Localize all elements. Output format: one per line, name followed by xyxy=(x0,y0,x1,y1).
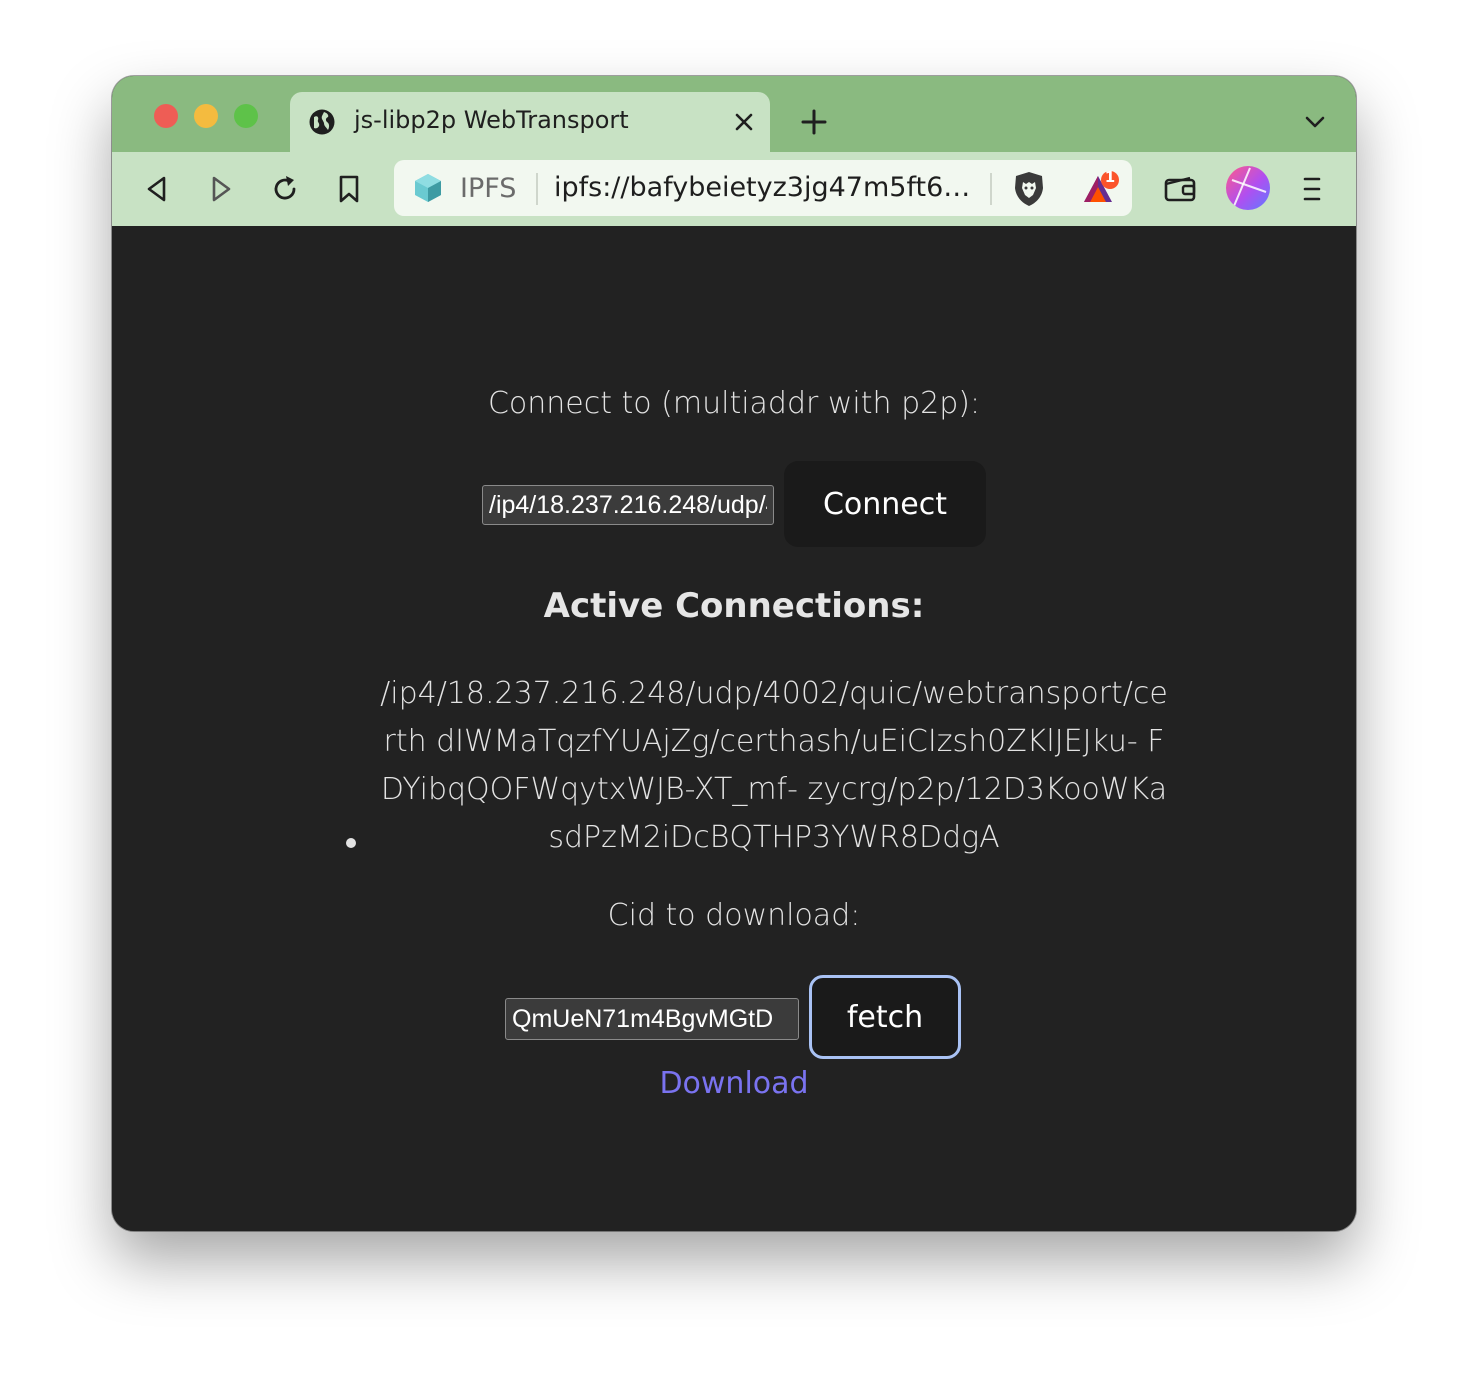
multiaddr-input[interactable] xyxy=(482,485,774,525)
back-arrow-icon[interactable] xyxy=(142,174,172,204)
minimize-window-button[interactable] xyxy=(194,104,218,128)
profile-pattern-icon xyxy=(1231,167,1267,207)
chevron-down-icon[interactable] xyxy=(1304,114,1326,130)
new-tab-plus-icon[interactable] xyxy=(800,108,828,136)
connect-label: Connect to (multiaddr with p2p): xyxy=(487,386,981,421)
address-separator xyxy=(536,173,538,205)
page-content: Connect to (multiaddr with p2p): Connect… xyxy=(112,226,1356,1231)
rewards-badge-count: 1 xyxy=(1104,168,1116,186)
close-tab-icon[interactable] xyxy=(734,112,754,132)
list-item: /ip4/18.237.216.248/udp/4002/quic/webtra… xyxy=(380,676,1168,855)
toolbar: IPFS ipfs://bafybeietyz3jg47m5ft6k... 1 xyxy=(112,152,1356,226)
bookmark-icon[interactable] xyxy=(334,174,364,204)
wallet-icon[interactable] xyxy=(1164,174,1196,204)
connect-button[interactable]: Connect xyxy=(784,461,986,547)
cid-label: Cid to download: xyxy=(607,898,861,933)
tab-strip: js-libp2p WebTransport xyxy=(112,76,1356,152)
cid-input[interactable] xyxy=(505,998,799,1040)
ipfs-scheme-label: IPFS xyxy=(460,173,517,204)
fetch-button[interactable]: fetch xyxy=(809,975,961,1059)
globe-icon xyxy=(309,109,335,135)
forward-arrow-icon[interactable] xyxy=(206,174,236,204)
tab-title: js-libp2p WebTransport xyxy=(354,106,629,134)
url-text[interactable]: ipfs://bafybeietyz3jg47m5ft6k... xyxy=(554,172,974,203)
connections-list: /ip4/18.237.216.248/udp/4002/quic/webtra… xyxy=(374,670,1174,862)
close-window-button[interactable] xyxy=(154,104,178,128)
tab-active[interactable]: js-libp2p WebTransport xyxy=(290,92,770,152)
address-separator xyxy=(990,173,992,205)
list-bullet xyxy=(346,838,356,848)
browser-window: js-libp2p WebTransport IPFS ipfs://bafyb… xyxy=(112,76,1356,1231)
zoom-window-button[interactable] xyxy=(234,104,258,128)
brave-shield-icon[interactable] xyxy=(1012,170,1046,208)
download-link[interactable]: Download xyxy=(659,1066,808,1101)
hamburger-menu-icon[interactable] xyxy=(1302,176,1322,202)
active-connections-heading: Active Connections: xyxy=(543,586,925,626)
profile-avatar[interactable] xyxy=(1226,166,1270,210)
ipfs-cube-icon xyxy=(415,174,441,202)
download-link-row: Download xyxy=(112,1066,1356,1101)
reload-icon[interactable] xyxy=(270,174,300,204)
address-bar[interactable]: IPFS ipfs://bafybeietyz3jg47m5ft6k... 1 xyxy=(394,160,1132,216)
